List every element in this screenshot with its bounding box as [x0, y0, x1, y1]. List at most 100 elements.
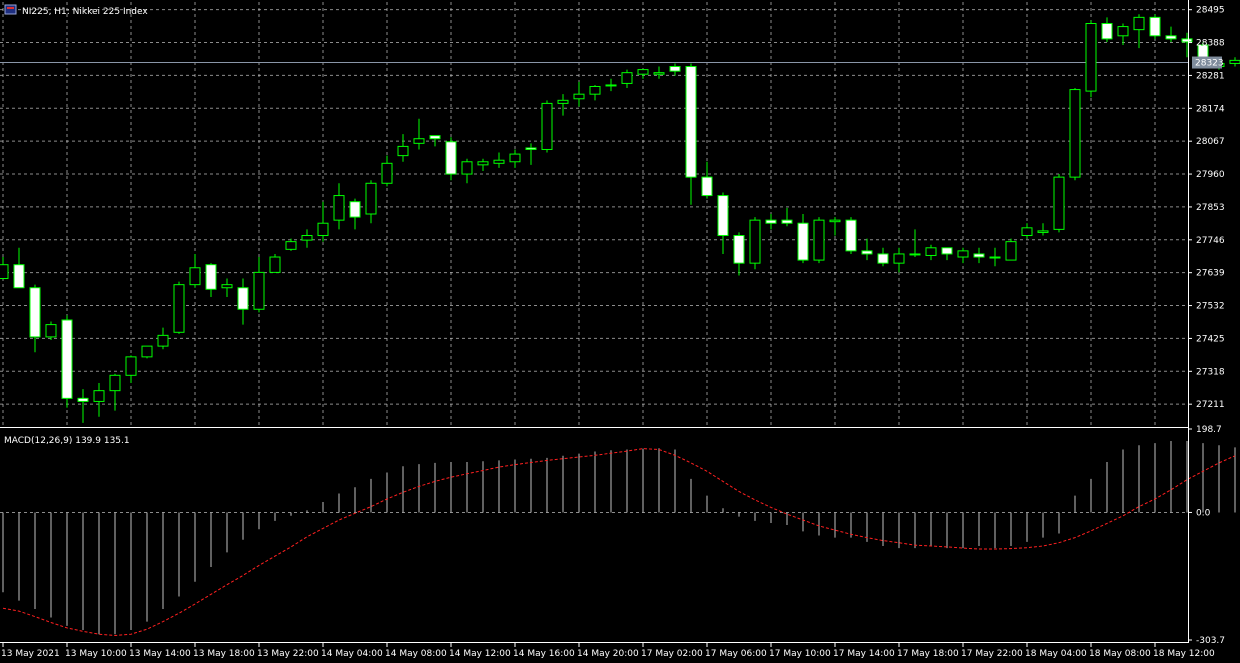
- price-tick-label: 28388: [1196, 39, 1225, 49]
- candle-bear[interactable]: [349, 201, 361, 218]
- candle-bull[interactable]: [509, 153, 521, 163]
- candle-bull[interactable]: [301, 235, 313, 241]
- time-tick-label: 18 May 04:00: [1025, 649, 1087, 659]
- candle-bull[interactable]: [557, 99, 569, 104]
- price-tick-label: 27746: [1196, 236, 1225, 246]
- candle-bear[interactable]: [1101, 23, 1113, 40]
- time-tick-label: 14 May 12:00: [449, 649, 511, 659]
- candle-bear[interactable]: [845, 219, 857, 252]
- time-tick-label: 14 May 20:00: [577, 649, 639, 659]
- macd-tick-label: 198.7: [1196, 425, 1222, 435]
- candle-bear[interactable]: [61, 319, 73, 399]
- candle-bull[interactable]: [893, 253, 905, 264]
- candle-bear[interactable]: [733, 235, 745, 264]
- candle-bear[interactable]: [685, 66, 697, 178]
- candle-bull[interactable]: [0, 264, 9, 280]
- candle-bear[interactable]: [1165, 35, 1177, 40]
- candle-bull[interactable]: [317, 222, 329, 237]
- candle-bull[interactable]: [653, 72, 665, 75]
- candle-bull[interactable]: [1133, 16, 1145, 31]
- candle-bull[interactable]: [813, 219, 825, 261]
- time-tick-label: 14 May 04:00: [321, 649, 383, 659]
- price-tick-label: 28174: [1196, 104, 1225, 114]
- candle-bear[interactable]: [525, 147, 537, 150]
- time-tick-label: 13 May 10:00: [65, 649, 127, 659]
- current-price-label: 28323: [1195, 59, 1224, 69]
- candle-bull[interactable]: [1021, 227, 1033, 237]
- candle-bull[interactable]: [749, 219, 761, 264]
- candle-bull[interactable]: [125, 356, 137, 376]
- time-tick-label: 17 May 14:00: [833, 649, 895, 659]
- candle-bear[interactable]: [13, 264, 25, 289]
- candle-bull[interactable]: [1037, 230, 1049, 233]
- macd-tick-label: -303.7: [1196, 636, 1225, 646]
- candle-bull[interactable]: [957, 250, 969, 258]
- candle-bear[interactable]: [429, 135, 441, 140]
- candle-bear[interactable]: [717, 195, 729, 237]
- candle-bull[interactable]: [477, 161, 489, 166]
- candle-bear[interactable]: [77, 397, 89, 402]
- candle-bull[interactable]: [493, 159, 505, 164]
- candle-bear[interactable]: [781, 219, 793, 224]
- candle-bear[interactable]: [669, 66, 681, 72]
- candle-bull[interactable]: [45, 324, 57, 338]
- flag-stripe: [7, 7, 14, 9]
- candle-bull[interactable]: [461, 161, 473, 175]
- candle-bull[interactable]: [1117, 26, 1129, 37]
- candle-bull[interactable]: [909, 253, 921, 256]
- time-tick-label: 14 May 08:00: [385, 649, 447, 659]
- symbol-title: NI225, H1: Nikkei 225 Index: [22, 7, 148, 17]
- candle-bull[interactable]: [573, 93, 585, 100]
- candle-bear[interactable]: [701, 176, 713, 197]
- candle-bull[interactable]: [1053, 176, 1065, 230]
- time-tick-label: 17 May 06:00: [705, 649, 767, 659]
- candle-bull[interactable]: [285, 241, 297, 250]
- candle-bear[interactable]: [973, 253, 985, 258]
- candle-bear[interactable]: [205, 264, 217, 290]
- candle-bull[interactable]: [333, 195, 345, 221]
- candle-bull[interactable]: [221, 284, 233, 289]
- candle-bull[interactable]: [397, 145, 409, 157]
- candle-bull[interactable]: [253, 271, 265, 310]
- candle-bull[interactable]: [541, 102, 553, 150]
- candle-bull[interactable]: [1085, 23, 1097, 92]
- candle-bull[interactable]: [413, 138, 425, 144]
- candle-bull[interactable]: [1005, 241, 1017, 261]
- candle-bull[interactable]: [605, 84, 617, 87]
- candle-bear[interactable]: [797, 222, 809, 261]
- time-tick-label: 13 May 22:00: [257, 649, 319, 659]
- candle-bull[interactable]: [637, 69, 649, 75]
- candle-bull[interactable]: [189, 267, 201, 286]
- candle-bull[interactable]: [157, 334, 169, 347]
- candle-bull[interactable]: [381, 162, 393, 184]
- candle-bull[interactable]: [93, 390, 105, 402]
- price-tick-label: 27639: [1196, 269, 1225, 279]
- candle-bull[interactable]: [621, 72, 633, 84]
- price-tick-label: 27425: [1196, 334, 1225, 344]
- candle-bull[interactable]: [141, 345, 153, 358]
- price-tick-label: 28281: [1196, 71, 1225, 81]
- candle-bear[interactable]: [861, 250, 873, 255]
- candle-bull[interactable]: [269, 256, 281, 273]
- candle-bear[interactable]: [237, 287, 249, 310]
- candle-bear[interactable]: [445, 141, 457, 175]
- candle-bear[interactable]: [1181, 38, 1193, 43]
- candle-bull[interactable]: [989, 256, 1001, 259]
- candle-bull[interactable]: [925, 247, 937, 256]
- candle-bull[interactable]: [589, 85, 601, 95]
- price-tick-label: 27211: [1196, 400, 1225, 410]
- candle-bull[interactable]: [365, 182, 377, 215]
- candle-bear[interactable]: [941, 247, 953, 255]
- candle-bull[interactable]: [109, 374, 121, 392]
- candle-bull[interactable]: [829, 219, 841, 223]
- candle-bull[interactable]: [173, 284, 185, 333]
- candle-bear[interactable]: [1149, 16, 1161, 37]
- candle-bull[interactable]: [1229, 59, 1240, 64]
- candle-bear[interactable]: [765, 219, 777, 224]
- time-tick-label: 17 May 22:00: [961, 649, 1023, 659]
- trading-chart[interactable]: 28495 28388 28281 28174 28067 27960 27853 27746…: [0, 0, 1240, 663]
- symbol-flag-icon: [4, 4, 17, 15]
- candle-bear[interactable]: [29, 287, 41, 338]
- candle-bull[interactable]: [1069, 89, 1081, 178]
- candle-bear[interactable]: [877, 253, 889, 264]
